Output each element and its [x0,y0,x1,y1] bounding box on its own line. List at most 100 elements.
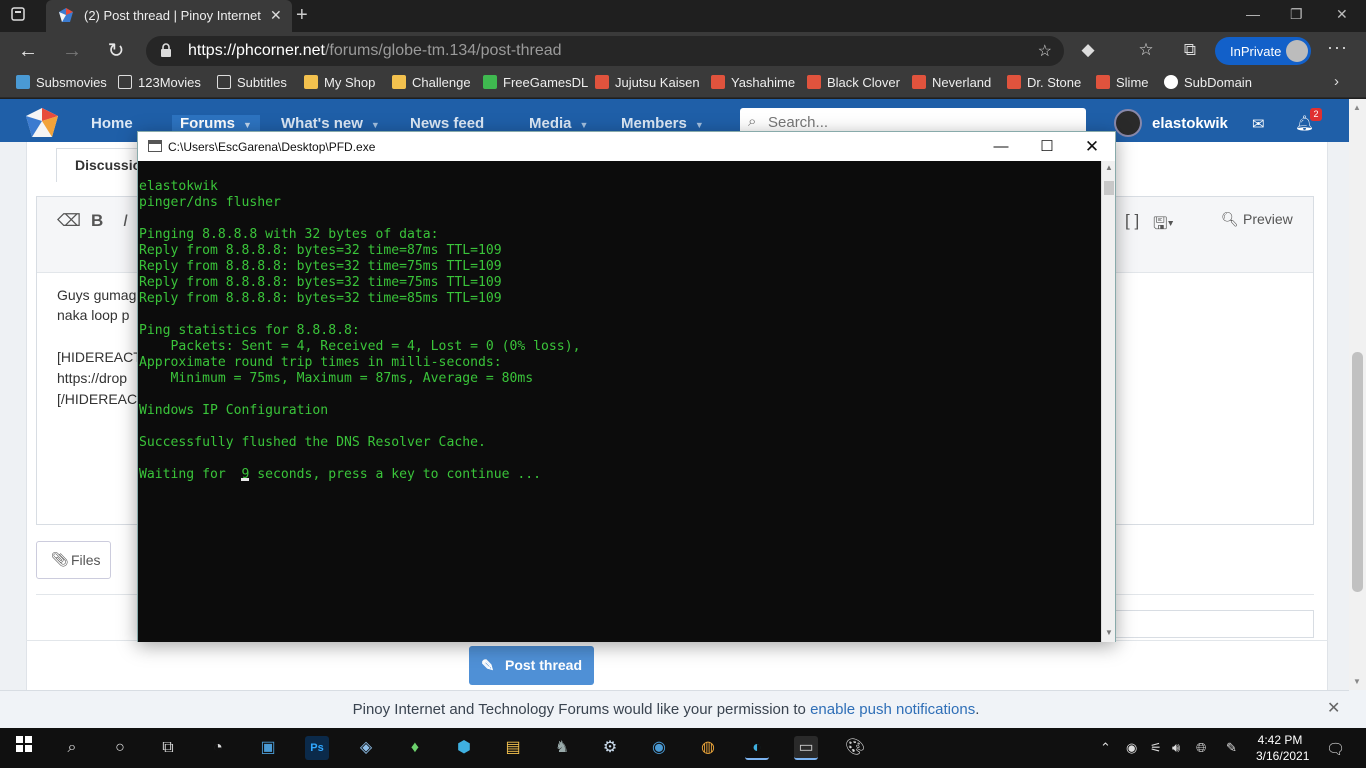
console-taskbar-icon[interactable]: ▭ [794,736,818,760]
nav-forums[interactable]: Forums ▼ [172,115,260,132]
task-view-icon[interactable]: ⧉ [156,736,180,760]
minimize-icon[interactable]: — [1246,6,1260,22]
scroll-thumb[interactable] [1104,181,1114,195]
attach-files-button[interactable]: 📎︎ Files [36,541,111,579]
bookmark-item[interactable]: Black Clover [807,75,900,93]
close-icon[interactable]: ✕ [1327,698,1340,718]
anime-favicon-icon [807,75,821,89]
search-icon[interactable]: ⌕ [60,736,84,760]
scroll-up-icon[interactable]: ▲ [1105,163,1113,172]
close-icon[interactable]: ✕ [1069,135,1115,159]
globe-icon[interactable]: 🌐︎ [1196,740,1206,756]
page-scrollbar[interactable]: ▲ ▼ [1349,99,1366,690]
phcorner-logo-icon[interactable] [24,107,60,139]
more-menu-icon[interactable]: ··· [1327,37,1348,58]
close-window-icon[interactable]: ✕ [1336,6,1348,23]
forward-icon[interactable]: → [60,39,84,63]
bookmark-item[interactable]: FreeGamesDL [483,75,588,93]
bookmark-item[interactable]: Subtitles [217,75,287,93]
editor-text-line: [HIDEREACT [57,349,142,365]
volume-icon[interactable]: 🔊︎ [1172,740,1180,756]
restore-icon[interactable]: ❐ [1290,6,1303,23]
refresh-icon[interactable]: ↻ [104,39,128,63]
bookmark-item[interactable]: Challenge [392,75,471,93]
console-window[interactable]: C:\Users\EscGarena\Desktop\PFD.exe — ☐ ✕… [137,131,1116,642]
tags-input[interactable] [1110,610,1314,638]
console-line: pinger/dns flusher [139,195,281,210]
nav-media[interactable]: Media ▼ [529,115,588,132]
inprivate-badge[interactable]: InPrivate [1215,37,1311,65]
bookmark-item[interactable]: Neverland [912,75,991,93]
notifications-icon[interactable]: 🗨︎ [1326,740,1345,758]
scroll-up-icon[interactable]: ▲ [1353,103,1361,112]
bookmark-item[interactable]: Dr. Stone [1007,75,1081,93]
bookmark-label: My Shop [324,75,376,90]
sims-icon[interactable]: ♦ [403,736,427,760]
nav-home[interactable]: Home [91,115,133,132]
wifi-icon[interactable]: ⚟ [1150,740,1162,756]
favorites-icon[interactable]: ☆ [1136,40,1156,60]
save-draft-icon[interactable]: 🖫︎▾ [1153,211,1174,240]
console-output[interactable]: elastokwik pinger/dns flusher Pinging 8.8.… [138,161,1101,642]
bookmark-item[interactable]: My Shop [304,75,375,93]
bookmark-item[interactable]: SubDomain [1164,75,1252,93]
chrome-icon[interactable]: ◍ [696,736,720,760]
bold-icon[interactable]: B [91,211,103,231]
close-tab-icon[interactable]: ✕ [270,7,282,24]
bookmark-item[interactable]: Yashahime [711,75,795,93]
collections-icon[interactable]: ⧉ [1180,40,1200,60]
edge-icon[interactable]: ◐ [745,736,769,760]
paint-icon[interactable]: 🎨︎ [843,736,867,760]
add-favorite-icon[interactable]: ☆ [1038,41,1052,61]
bookmark-item[interactable]: Jujutsu Kaisen [595,75,700,93]
app-window-icon[interactable]: ▣ [256,736,280,760]
network-app-icon[interactable]: ◈ [354,736,378,760]
url-input[interactable]: https://phcorner.net/forums/globe-tm.134… [146,36,1064,66]
scroll-down-icon[interactable]: ▼ [1105,628,1113,637]
scroll-thumb[interactable] [1352,352,1363,592]
preview-button[interactable]: 🔍︎ Preview [1221,207,1311,233]
steam-icon[interactable]: ⚙ [598,736,622,760]
back-icon[interactable]: ← [16,39,40,63]
tab-actions-icon[interactable] [10,6,38,26]
extension-icon[interactable]: ◆ [1078,40,1098,60]
gem-app-icon[interactable]: ⬢ [452,736,476,760]
bookmark-item[interactable]: Slime [1096,75,1149,93]
new-tab-button[interactable]: + [296,4,318,27]
console-titlebar[interactable]: C:\Users\EscGarena\Desktop\PFD.exe — ☐ ✕ [138,132,1115,161]
system-clock[interactable]: 4:42 PM 3/16/2021 [1256,732,1309,764]
maximize-icon[interactable]: ☐ [1024,135,1070,159]
minimize-icon[interactable]: — [978,135,1024,159]
vpn-icon[interactable]: ◉ [647,736,671,760]
pen-icon[interactable]: ✎ [1226,740,1237,756]
scroll-down-icon[interactable]: ▼ [1353,677,1361,686]
push-text: Pinoy Internet and Technology Forums wou… [352,701,811,718]
chevron-right-icon[interactable]: › [1334,73,1339,90]
windows-start-icon[interactable] [12,736,36,760]
chevron-up-icon[interactable]: ⌃ [1100,740,1111,756]
console-scrollbar[interactable]: ▲ ▼ [1101,161,1115,642]
tab-discussion[interactable]: Discussion [56,148,150,182]
browser-tab[interactable]: (2) Post thread | Pinoy Internet and Tec… [46,0,292,32]
console-line: Successfully flushed the DNS Resolver Ca… [139,435,486,450]
italic-icon[interactable]: I [123,211,128,231]
chevron-down-icon: ▼ [694,120,704,130]
nav-whats-new[interactable]: What's new ▼ [281,115,380,132]
mail-icon[interactable]: ✉ [1252,115,1265,133]
folder-app-icon[interactable]: ▤ [501,736,525,760]
record-icon[interactable]: ◉ [1126,740,1137,756]
game-app-icon[interactable]: ♞ [550,736,574,760]
bookmark-item[interactable]: Subsmovies [16,75,107,93]
bbcode-icon[interactable]: [ ] [1125,211,1139,231]
photoshop-icon[interactable]: Ps [305,736,329,760]
console-line: Reply from 8.8.8.8: bytes=32 time=87ms T… [139,243,502,258]
post-thread-button[interactable]: ✎ Post thread [469,646,594,685]
speedometer-icon[interactable]: ◔ [206,736,230,760]
bookmark-item[interactable]: 123Movies [118,75,201,93]
enable-push-link[interactable]: enable push notifications [810,701,975,718]
eraser-icon[interactable]: ⌫ [57,211,81,231]
nav-members[interactable]: Members ▼ [621,115,704,132]
lock-icon [161,43,171,57]
cortana-icon[interactable]: ○ [108,736,132,760]
nav-news-feed[interactable]: News feed [410,115,484,132]
